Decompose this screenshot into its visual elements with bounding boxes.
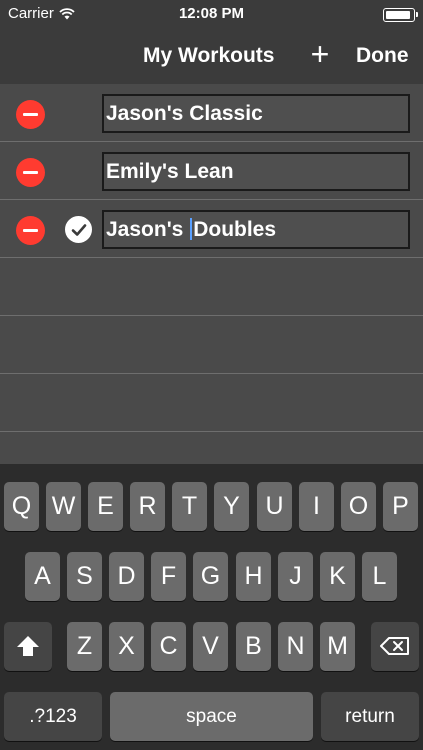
shift-key[interactable] [4,622,52,671]
key-p[interactable]: P [383,482,418,531]
key-t[interactable]: T [172,482,207,531]
empty-row [0,316,423,374]
battery-fill [386,11,410,19]
key-a[interactable]: A [25,552,60,601]
status-bar: Carrier 12:08 PM [0,0,423,28]
navigation-bar: My Workouts + Done [0,28,423,84]
workout-list: Jason's Classic Emily's Lean Jason's Dou… [0,84,423,464]
key-w[interactable]: W [46,482,81,531]
done-button[interactable]: Done [356,44,409,68]
return-key[interactable]: return [321,692,419,741]
minus-circle-icon[interactable] [16,216,45,245]
status-time: 12:08 PM [178,5,245,22]
workout-name-field-editing[interactable]: Jason's Doubles [102,210,410,249]
key-j[interactable]: J [278,552,313,601]
battery-icon [383,8,418,22]
list-item: Emily's Lean [0,142,423,200]
key-o[interactable]: O [341,482,376,531]
add-workout-button[interactable]: + [306,38,334,72]
key-z[interactable]: Z [67,622,102,671]
key-v[interactable]: V [193,622,228,671]
key-f[interactable]: F [151,552,186,601]
text-before-cursor: Jason's [106,218,190,241]
key-n[interactable]: N [278,622,313,671]
key-e[interactable]: E [88,482,123,531]
backspace-key[interactable] [371,622,419,671]
key-i[interactable]: I [299,482,334,531]
key-x[interactable]: X [109,622,144,671]
key-s[interactable]: S [67,552,102,601]
key-d[interactable]: D [109,552,144,601]
empty-row [0,374,423,432]
key-m[interactable]: M [320,622,355,671]
numbers-key[interactable]: .?123 [4,692,102,741]
list-item: Jason's Classic [0,84,423,142]
minus-circle-icon[interactable] [16,158,45,187]
shift-arrow-icon [17,636,39,656]
key-l[interactable]: L [362,552,397,601]
key-q[interactable]: Q [4,482,39,531]
text-cursor [190,218,193,240]
text-after-cursor: Doubles [193,218,277,241]
key-r[interactable]: R [130,482,165,531]
key-u[interactable]: U [257,482,292,531]
page-title: My Workouts [143,44,275,67]
checkmark-circle-icon[interactable] [65,216,92,243]
empty-row [0,258,423,316]
minus-circle-icon[interactable] [16,100,45,129]
workout-name-field[interactable]: Jason's Classic [102,94,410,133]
keyboard: Q W E R T Y U I O P A S D F G H J K L Z … [0,464,423,750]
workout-name-field[interactable]: Emily's Lean [102,152,410,191]
key-b[interactable]: B [236,622,271,671]
key-h[interactable]: H [236,552,271,601]
key-c[interactable]: C [151,622,186,671]
key-y[interactable]: Y [214,482,249,531]
key-k[interactable]: K [320,552,355,601]
key-g[interactable]: G [193,552,228,601]
space-key[interactable]: space [110,692,313,741]
backspace-icon [380,637,409,655]
list-item: Jason's Doubles [0,200,423,258]
